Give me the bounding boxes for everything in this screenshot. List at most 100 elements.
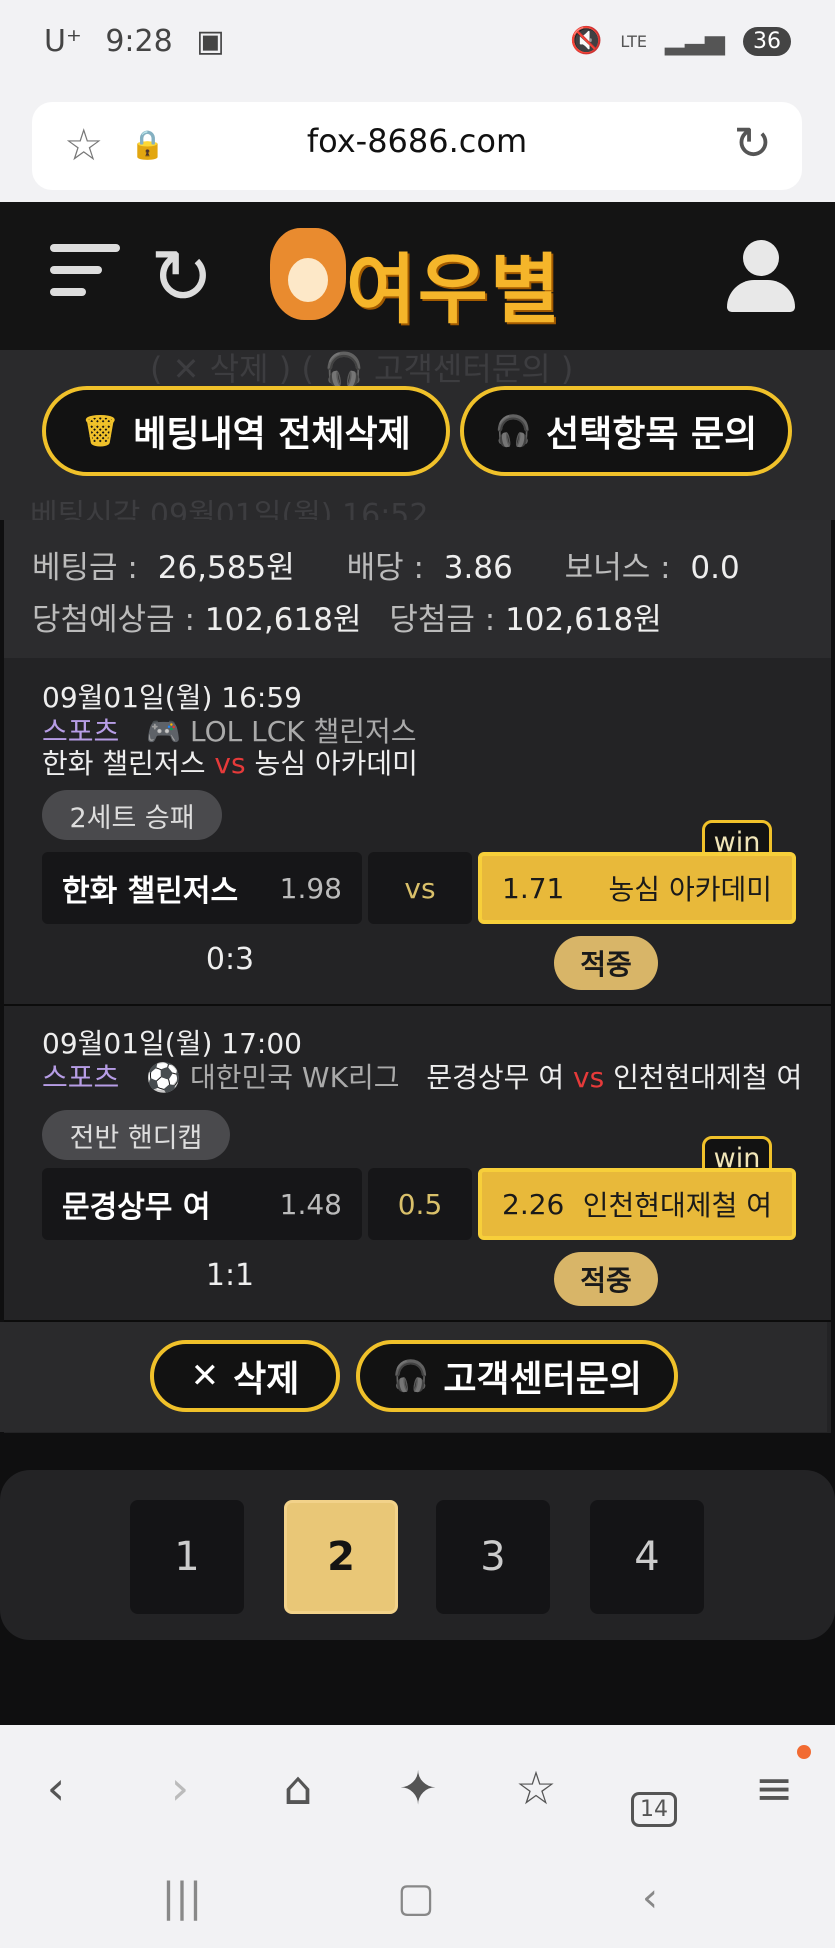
home-odds-cell[interactable]: 한화 챌린저스 1.98 [42, 852, 362, 924]
handicap-cell[interactable]: 0.5 [368, 1168, 472, 1240]
customer-center-button[interactable]: 🎧 고객센터문의 [356, 1340, 678, 1412]
vs-label: vs [573, 1061, 605, 1094]
match-score: 1:1 [205, 1258, 255, 1293]
home-name: 문경상무 여 [62, 1190, 211, 1225]
away-name: 인천현대제철 여 [582, 1189, 772, 1222]
site-logo[interactable]: 여우별 [270, 224, 570, 334]
refresh-icon[interactable]: ↻ [150, 232, 214, 321]
sparkle-icon[interactable]: ✦ [378, 1761, 458, 1815]
mute-icon: 🔇 [570, 26, 603, 56]
home-odds: 1.48 [279, 1187, 342, 1221]
pagination: 1 2 3 4 [0, 1470, 835, 1640]
forward-icon[interactable]: › [140, 1761, 220, 1815]
browser-toolbar: ☆ 🔒 fox-8686.com ↻ [0, 90, 835, 202]
site-header: ↻ 여우별 [0, 202, 835, 350]
status-icons: 🔇 LTE ▂▃▅ 36 [570, 26, 791, 56]
home-circle-icon[interactable]: ▢ [376, 1875, 456, 1921]
fox-mascot-icon [270, 228, 346, 320]
expected-win-label: 당첨예상금 : [32, 602, 195, 638]
page-button-2-active[interactable]: 2 [284, 1500, 398, 1614]
reload-icon[interactable]: ↻ [733, 116, 772, 170]
delete-button[interactable]: ✕ 삭제 [150, 1340, 340, 1412]
user-profile-icon[interactable] [725, 240, 795, 312]
expected-win-value: 102,618원 [204, 602, 362, 638]
close-x-icon: ✕ [190, 1356, 220, 1396]
bet-amount-label: 베팅금 : [32, 550, 138, 586]
delete-all-history-button[interactable]: 🗑 베팅내역 전체삭제 [42, 386, 450, 476]
away-team-label: 농심 아카데미 [254, 747, 418, 780]
page-button-3[interactable]: 3 [436, 1500, 550, 1614]
home-name: 한화 챌린저스 [62, 874, 239, 909]
floating-action-bar: ( ✕ 삭제 ) ( 🎧 고객센터문의 ) 🗑 베팅내역 전체삭제 🎧 선택항목… [0, 350, 835, 533]
home-team-label: 문경상무 여 [426, 1061, 565, 1094]
url-text[interactable]: fox-8686.com [32, 122, 802, 160]
match-teams: 한화 챌린저스 vs 농심 아카데미 [42, 742, 418, 782]
tabs-count: 14 [631, 1792, 677, 1827]
menu-icon[interactable]: ≡ [734, 1761, 814, 1815]
match-score: 0:3 [205, 942, 255, 977]
ghost-buttons-text: ( ✕ 삭제 ) ( 🎧 고객센터문의 ) [150, 350, 574, 388]
delete-label: 삭제 [233, 1359, 300, 1400]
recent-apps-icon[interactable]: ||| [142, 1875, 222, 1921]
odds-label: 배당 : [346, 550, 424, 586]
bet-detail-panel: 09월01일(월) 16:59 스포츠 🎮 LOL LCK 챌린저스 한화 챌린… [4, 658, 831, 1433]
away-odds-cell-selected[interactable]: 2.26 인천현대제철 여 [478, 1168, 796, 1240]
inquire-selected-button[interactable]: 🎧 선택항목 문의 [460, 386, 792, 476]
headset-icon: 🎧 [494, 413, 533, 449]
bet-type-badge: 2세트 승패 [42, 790, 222, 840]
odds-value: 3.86 [443, 550, 513, 586]
home-team-label: 한화 챌린저스 [42, 747, 206, 780]
result-hit-badge: 적중 [554, 936, 658, 990]
bookmarks-icon[interactable]: ☆ [496, 1761, 576, 1815]
match-category: 스포츠 ⚽ 대한민국 WK리그 문경상무 여 vs 인천현대제철 여 [42, 1056, 802, 1096]
screen-record-icon: ▣ [196, 24, 225, 59]
browser-nav-bar: ‹ › ⌂ ✦ ☆ 14 ≡ ||| ▢ ‹ [0, 1725, 835, 1948]
status-bar: U⁺ 9:28 ▣ 🔇 LTE ▂▃▅ 36 [0, 0, 835, 90]
won-amount-value: 102,618원 [505, 602, 662, 638]
away-odds: 2.26 [502, 1187, 565, 1221]
league-label: 대한민국 WK리그 [189, 1061, 400, 1094]
bet-amount-value: 26,585원 [157, 550, 295, 586]
tabs-icon[interactable]: 14 [614, 1773, 694, 1827]
page-button-1[interactable]: 1 [130, 1500, 244, 1614]
battery-icon: 36 [743, 26, 791, 56]
away-name: 농심 아카데미 [608, 873, 772, 906]
summary-line-1: 베팅금 : 26,585원 배당 : 3.86 보너스 : 0.0 [32, 542, 740, 587]
delete-all-label: 베팅내역 전체삭제 [133, 414, 411, 455]
bet-summary: 베팅금 : 26,585원 배당 : 3.86 보너스 : 0.0 당첨예상금 … [4, 520, 831, 658]
away-odds-cell-selected[interactable]: 1.71 농심 아카데미 [478, 852, 796, 924]
bet-type-badge: 전반 핸디캡 [42, 1110, 230, 1160]
headset-icon: 🎧 [391, 1358, 430, 1394]
carrier-label: U⁺ [44, 24, 82, 59]
logo-text: 여우별 [346, 245, 562, 334]
sport-label: 스포츠 [42, 1061, 120, 1094]
summary-line-2: 당첨예상금 : 102,618원 당첨금 : 102,618원 [32, 594, 662, 639]
result-hit-badge: 적중 [554, 1252, 658, 1306]
soccer-ball-icon: ⚽ [146, 1061, 182, 1094]
inquire-selected-label: 선택항목 문의 [546, 414, 758, 455]
back-icon[interactable]: ‹ [16, 1761, 96, 1815]
middle-cell[interactable]: vs [368, 852, 472, 924]
hamburger-menu-icon[interactable] [50, 244, 120, 310]
match-row: 09월01일(월) 16:59 스포츠 🎮 LOL LCK 챌린저스 한화 챌린… [4, 658, 831, 1004]
bet-actions: ✕ 삭제 🎧 고객센터문의 [0, 1322, 827, 1432]
system-back-icon[interactable]: ‹ [610, 1875, 690, 1921]
address-bar[interactable]: ☆ 🔒 fox-8686.com ↻ [32, 102, 802, 190]
page-button-4[interactable]: 4 [590, 1500, 704, 1614]
signal-icon: ▂▃▅ [665, 26, 725, 56]
trash-icon: 🗑 [81, 413, 120, 449]
away-team-label: 인천현대제철 여 [613, 1061, 803, 1094]
bonus-label: 보너스 : [564, 550, 671, 586]
network-label: LTE [620, 31, 647, 51]
home-odds-cell[interactable]: 문경상무 여 1.48 [42, 1168, 362, 1240]
won-amount-label: 당첨금 : [389, 602, 496, 638]
home-icon[interactable]: ⌂ [258, 1761, 338, 1815]
customer-center-label: 고객센터문의 [443, 1359, 643, 1400]
home-odds: 1.98 [279, 871, 342, 905]
vs-label: vs [214, 747, 246, 780]
status-left: U⁺ 9:28 ▣ [44, 24, 225, 59]
clock: 9:28 [105, 24, 173, 59]
away-odds: 1.71 [502, 871, 565, 905]
bonus-value: 0.0 [690, 550, 740, 586]
notification-dot [797, 1745, 811, 1759]
